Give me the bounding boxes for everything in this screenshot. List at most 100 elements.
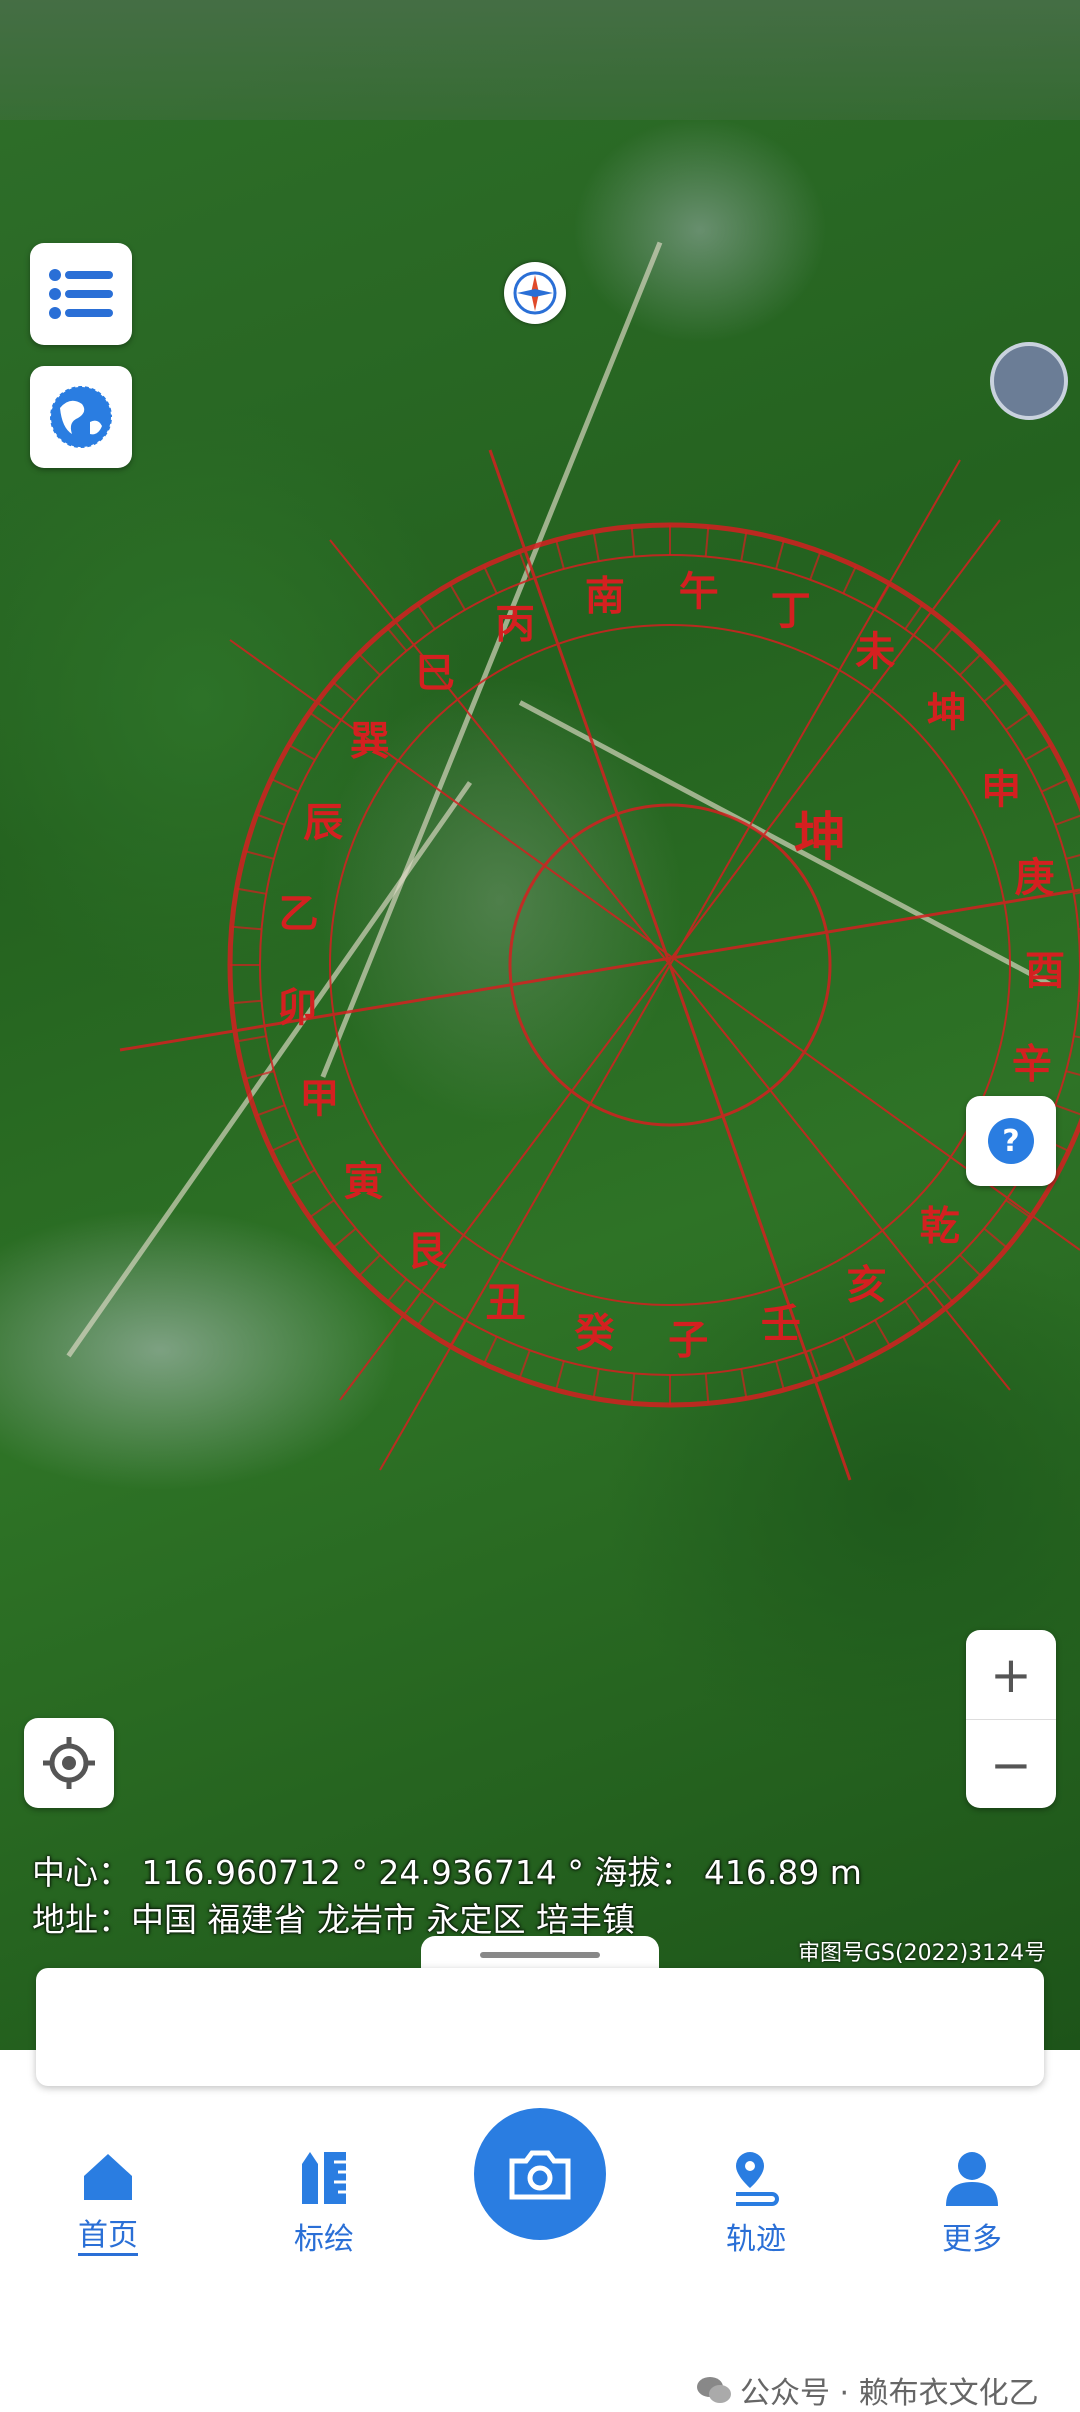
compass-tick (592, 531, 600, 562)
compass-tick (1054, 814, 1080, 826)
compass-tick (416, 604, 436, 630)
compass-ring-char: 丁 (771, 587, 811, 634)
globe-button[interactable] (30, 366, 132, 468)
compass-tick (904, 1300, 924, 1326)
compass-ring-char: 艮 (407, 1228, 448, 1275)
compass-tick (231, 925, 262, 931)
compass-ring-char: 寅 (344, 1158, 384, 1205)
watermark-text: 公众号 · 赖布衣文化乙 (740, 2376, 1039, 2411)
compass-tick (416, 1300, 436, 1326)
compass-tick (1041, 778, 1070, 793)
ruler-pencil-icon (302, 2152, 346, 2204)
map-style-toggle[interactable] (990, 342, 1068, 420)
compass-ring-char: 午 (679, 568, 719, 615)
compass-tick (932, 627, 954, 652)
compass-ring-char: 乾 (920, 1203, 960, 1250)
compass-center-char: 坤 (794, 807, 846, 868)
compass-ring-char: 未 (855, 628, 895, 675)
nav-draw[interactable]: 标绘 (244, 2150, 404, 2258)
compass-ring-char: 坤 (927, 689, 967, 736)
zoom-in-button[interactable]: + (966, 1630, 1056, 1720)
compass-ring-char: 壬 (761, 1300, 801, 1347)
compass-ring-char: 酉 (1025, 947, 1065, 994)
compass-ring-char: 巳 (415, 650, 455, 697)
compass-ring-char: 子 (668, 1317, 708, 1364)
compass-tick (309, 1199, 335, 1219)
help-button[interactable]: ? (966, 1096, 1056, 1186)
satellite-map[interactable]: 南午丁未坤申庚酉辛戌乾亥壬子癸丑艮寅甲卯乙辰巽巳丙坤 (0, 0, 1080, 2050)
compass-tick (630, 1373, 636, 1404)
compass-rose-icon[interactable] (504, 262, 566, 324)
compass-tick (874, 1319, 891, 1347)
layers-button[interactable] (30, 243, 132, 345)
compass-ring-char: 南 (585, 573, 625, 620)
compass-tick (983, 1227, 1008, 1249)
center-coordinates: 中心： 116.960712 ° 24.936714 ° 海拔： 416.89 … (32, 1853, 862, 1892)
compass-tick (449, 1319, 466, 1347)
zoom-out-button[interactable]: − (966, 1720, 1056, 1809)
compass-tick (309, 711, 335, 731)
compass-tick (270, 778, 299, 793)
compass-ring-char: 丙 (495, 601, 535, 648)
compass-tick (236, 1035, 267, 1043)
compass-tick (270, 1137, 299, 1152)
compass-tick (1065, 854, 1080, 860)
compass-ring-char: 亥 (847, 1261, 887, 1308)
question-icon: ? (988, 1118, 1034, 1164)
compass-tick (704, 1373, 710, 1404)
compass-ring-char: 癸 (575, 1309, 615, 1356)
compass-tick (483, 1336, 498, 1365)
globe-icon (49, 385, 113, 449)
compass-tick (332, 1227, 357, 1249)
compass-tick (874, 583, 891, 611)
zoom-control: + − (966, 1630, 1056, 1808)
home-icon (84, 2154, 132, 2200)
camera-icon (509, 2150, 571, 2200)
compass-tick (288, 1169, 316, 1186)
compass-tick (630, 526, 636, 557)
compass-tick (449, 583, 466, 611)
list-icon (49, 269, 113, 319)
compass-tick (332, 681, 357, 703)
nav-home[interactable]: 首页 (28, 2150, 188, 2254)
compass-tick (959, 653, 982, 676)
map-approval-number: 审图号GS(2022)3124号 (798, 1941, 1047, 1966)
compass-tick (358, 1254, 381, 1277)
compass-tick (1005, 1199, 1031, 1219)
compass-tick (483, 565, 498, 594)
compass-tick (704, 526, 710, 557)
crosshair-icon (43, 1737, 95, 1789)
nav-more-label: 更多 (942, 2222, 1002, 2257)
nav-track-label: 轨迹 (726, 2222, 786, 2257)
search-panel[interactable] (36, 1968, 1044, 2086)
compass-tick (1073, 1035, 1080, 1039)
compass-ring-char: 巽 (350, 717, 390, 764)
compass-ring-char: 申 (981, 766, 1021, 813)
compass-tick (592, 1368, 600, 1399)
compass-tick (959, 1254, 982, 1277)
compass-tick (1005, 711, 1031, 731)
compass-ring-char: 甲 (299, 1075, 339, 1122)
locate-button[interactable] (24, 1718, 114, 1808)
compass-tick (842, 565, 857, 594)
compass-ring-char: 辛 (1012, 1040, 1052, 1087)
compass-tick (555, 539, 565, 570)
nav-more[interactable]: 更多 (892, 2150, 1052, 2258)
compass-tick (775, 1360, 785, 1391)
compass-tick (809, 551, 822, 581)
compass-tick (358, 653, 381, 676)
compass-tick (1024, 744, 1052, 761)
compass-tick (1054, 1104, 1080, 1116)
camera-button[interactable] (474, 2108, 606, 2240)
nav-track[interactable]: 轨迹 (676, 2150, 836, 2258)
compass-ring-char: 丑 (486, 1279, 526, 1326)
nav-home-label: 首页 (78, 2218, 138, 2253)
compass-tick (231, 999, 262, 1005)
svg-text:?: ? (1002, 1124, 1019, 1159)
compass-tick (256, 813, 286, 826)
compass-tick (244, 850, 275, 860)
compass-tick (256, 1104, 286, 1117)
user-icon (946, 2152, 998, 2206)
compass-tick (518, 1349, 531, 1379)
compass-tick (288, 744, 316, 761)
